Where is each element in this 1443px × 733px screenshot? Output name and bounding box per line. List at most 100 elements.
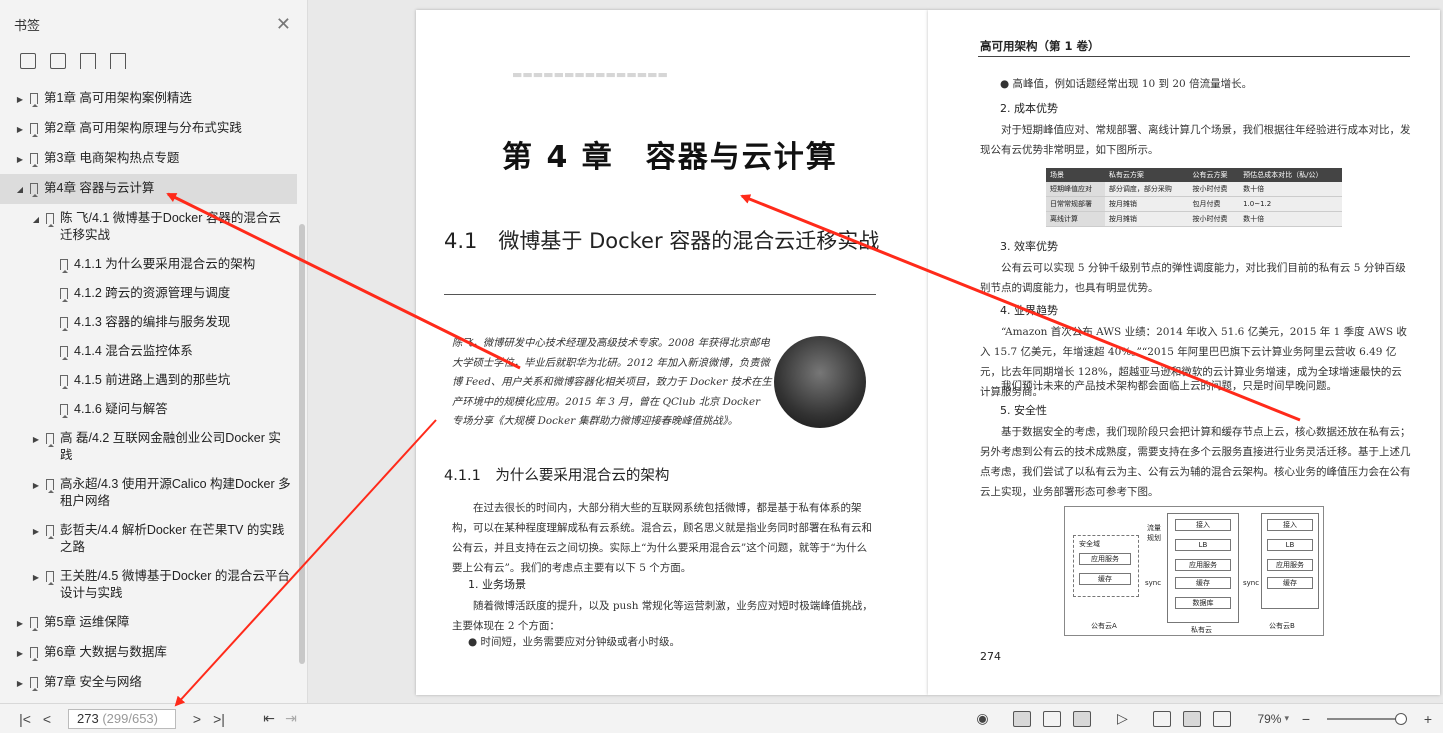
add-bookmark-icon[interactable] [20,53,36,69]
bookmark-icon [60,259,68,273]
expand-toggle-icon[interactable]: ▶ [30,569,42,586]
table-body: 短期峰值应对 部分调度，部分采购 按小时付费 数十倍 日常常规部署 按月摊销 包月付费 1.0… [1046,182,1342,227]
bookmark-icon [60,404,68,418]
table-header-cell: 公有云方案 [1188,168,1240,182]
document-view[interactable]: ▬▬▬▬▬▬▬▬▬▬▬▬▬▬▬ 第 4 章 容器与云计算 4.1 微博基于 Do… [308,0,1443,703]
bookmark-icon [30,93,38,107]
zoom-level[interactable]: 79% [1257,712,1281,726]
section-title: 4.1 微博基于 Docker 容器的混合云迁移实战 [444,229,880,253]
expand-toggle-icon[interactable]: ▶ [14,151,26,168]
bookmark-item[interactable]: ▶ 第1章 高可用架构案例精选 [0,84,297,114]
expand-toggle-icon[interactable]: ▶ [14,615,26,632]
table-cell: 日常常规部署 [1046,196,1105,212]
cache-box: 缓存 [1079,573,1131,585]
bookmark-item[interactable]: 4.1.4 混合云监控体系 [0,337,297,366]
chapter-title: 第 4 章 容器与云计算 [502,140,838,175]
expand-toggle-icon[interactable]: ▶ [30,431,42,448]
single-page-icon[interactable] [1013,710,1032,727]
zoom-slider[interactable] [1327,712,1407,725]
bookmark-icon[interactable] [80,53,96,69]
bookmark-label: 4.1.6 疑问与解答 [74,402,168,416]
table-cell: 离线计算 [1046,211,1105,227]
author-photo [774,336,866,428]
bookmark-label: 第5章 运维保障 [44,615,130,629]
forward-icon[interactable]: ⇥ [280,710,302,727]
bookmark-item[interactable]: 4.1.2 跨云的资源管理与调度 [0,279,297,308]
paragraph: 公有云可以实现 5 分钟千级别节点的弹性调度能力，对比我们目前的私有云 5 分钟… [980,262,1406,294]
bookmark-item[interactable]: ▶ 第6章 大数据与数据库 [0,638,297,668]
sync-label: sync [1145,579,1162,587]
actual-size-icon[interactable] [1153,710,1172,727]
bookmark-icon [46,213,54,227]
bookmark-outline-icon[interactable] [110,53,126,69]
private-cloud-label: 私有云 [1191,626,1212,634]
last-page-icon[interactable]: >| [208,711,230,727]
sync-label: sync [1243,579,1260,587]
bookmark-item[interactable]: ▶ 王关胜/4.5 微博基于Docker 的混合云平台设计与实践 [0,562,297,608]
continuous-page-icon[interactable] [1043,710,1062,727]
subsection-title: 4.1.1 为什么要采用混合云的架构 [444,468,670,484]
bookmark-icon [30,617,38,631]
heading-security: 5. 安全性 [1000,404,1047,417]
close-icon[interactable]: ✕ [276,14,291,35]
fit-page-icon[interactable] [1183,710,1202,727]
bookmark-toolbar [0,48,307,74]
zoom-out-icon[interactable]: − [1295,711,1317,727]
bookmark-item[interactable]: ▶ 第2章 高可用架构原理与分布式实践 [0,114,297,144]
expand-toggle-icon[interactable]: ◢ [30,211,42,228]
bookmark-label: 4.1.4 混合云监控体系 [74,344,193,358]
expand-toggle-icon[interactable]: ▶ [30,523,42,540]
zoom-in-icon[interactable]: + [1417,711,1439,727]
prev-page-icon[interactable]: < [36,711,58,727]
table-cell: 包月付费 [1188,196,1240,212]
two-page-icon[interactable] [1073,710,1092,727]
bookmark-item[interactable]: 4.1.3 容器的编排与服务发现 [0,308,297,337]
next-page-icon[interactable]: > [186,711,208,727]
bookmarks-header: 书签 ✕ [0,0,307,48]
expand-toggle-icon[interactable]: ▶ [14,645,26,662]
bookmark-item[interactable]: 4.1.6 疑问与解答 [0,395,297,424]
zoom-dropdown-icon[interactable]: ▾ [1284,713,1289,724]
table-header-cell: 预估总成本对比（私/公） [1239,168,1342,182]
sidebar-scrollbar[interactable] [299,224,305,664]
author-bio: 陈飞，微博研发中心技术经理及高级技术专家。2008 年获得北京邮电大学硕士学位，… [452,337,772,428]
paragraph: 随着微博活跃度的提升，以及 push 常规化等运营刺激，业务应对短时极端峰值挑战… [452,600,873,632]
first-page-icon[interactable]: |< [14,711,36,727]
expand-toggle-icon[interactable]: ▶ [14,675,26,692]
expand-toggle-icon[interactable]: ▶ [30,477,42,494]
expand-toggle-icon[interactable]: ◢ [14,181,26,198]
play-icon[interactable]: ▷ [1111,710,1133,727]
bookmark-item[interactable]: ▶ 第3章 电商架构热点专题 [0,144,297,174]
bookmark-item[interactable]: ▶ 彭哲夫/4.4 解析Docker 在芒果TV 的实践之路 [0,516,297,562]
bottom-toolbar: |< < 273 (299/653) > >| ⇤ ⇥ ◉ ▷ 79% ▾ − … [0,703,1443,733]
bookmark-item[interactable]: ◢ 第4章 容器与云计算 [0,174,297,204]
bookmark-label: 第7章 安全与网络 [44,675,142,689]
bookmark-icon [46,433,54,447]
bookmark-item[interactable]: 4.1.5 前进路上遇到的那些坑 [0,366,297,395]
table-cell: 按月摊销 [1104,196,1189,212]
bookmark-item[interactable]: ▶ 第5章 运维保障 [0,608,297,638]
delete-bookmark-icon[interactable] [50,53,66,69]
bookmark-item[interactable]: 4.1.1 为什么要采用混合云的架构 [0,250,297,279]
fit-width-icon[interactable] [1213,710,1232,727]
bookmarks-title: 书签 [14,17,41,33]
back-icon[interactable]: ⇤ [258,710,280,727]
lb-box: LB [1175,539,1231,551]
bookmark-item[interactable]: ▶ 高永超/4.3 使用开源Calico 构建Docker 多租户网络 [0,470,297,516]
zoom-slider-knob[interactable] [1395,712,1407,725]
heading-business-scenario: 1. 业务场景 [468,578,526,591]
bookmark-item[interactable]: ▶ 高 磊/4.2 互联网金融创业公司Docker 实践 [0,424,297,470]
table-header-cell: 私有云方案 [1104,168,1189,182]
bookmark-item[interactable]: ▶ 第7章 安全与网络 [0,668,297,698]
expand-toggle-icon[interactable]: ▶ [14,121,26,138]
page-number-input[interactable]: 273 (299/653) [68,708,176,729]
bullet-item: ● 高峰值，例如话题经常出现 10 到 20 倍流量增长。 [1000,78,1253,90]
table-cell: 按小时付费 [1188,211,1240,227]
eye-icon[interactable]: ◉ [971,710,993,727]
current-page: 273 [77,710,99,726]
bullet-item: ● 时间短，业务需要应对分钟级或者小时级。 [468,636,680,648]
bookmark-label: 4.1.1 为什么要采用混合云的架构 [74,257,256,271]
bookmark-item[interactable]: ◢ 陈 飞/4.1 微博基于Docker 容器的混合云迁移实战 [0,204,297,250]
table-cell: 按月摊销 [1104,211,1189,227]
expand-toggle-icon[interactable]: ▶ [14,91,26,108]
